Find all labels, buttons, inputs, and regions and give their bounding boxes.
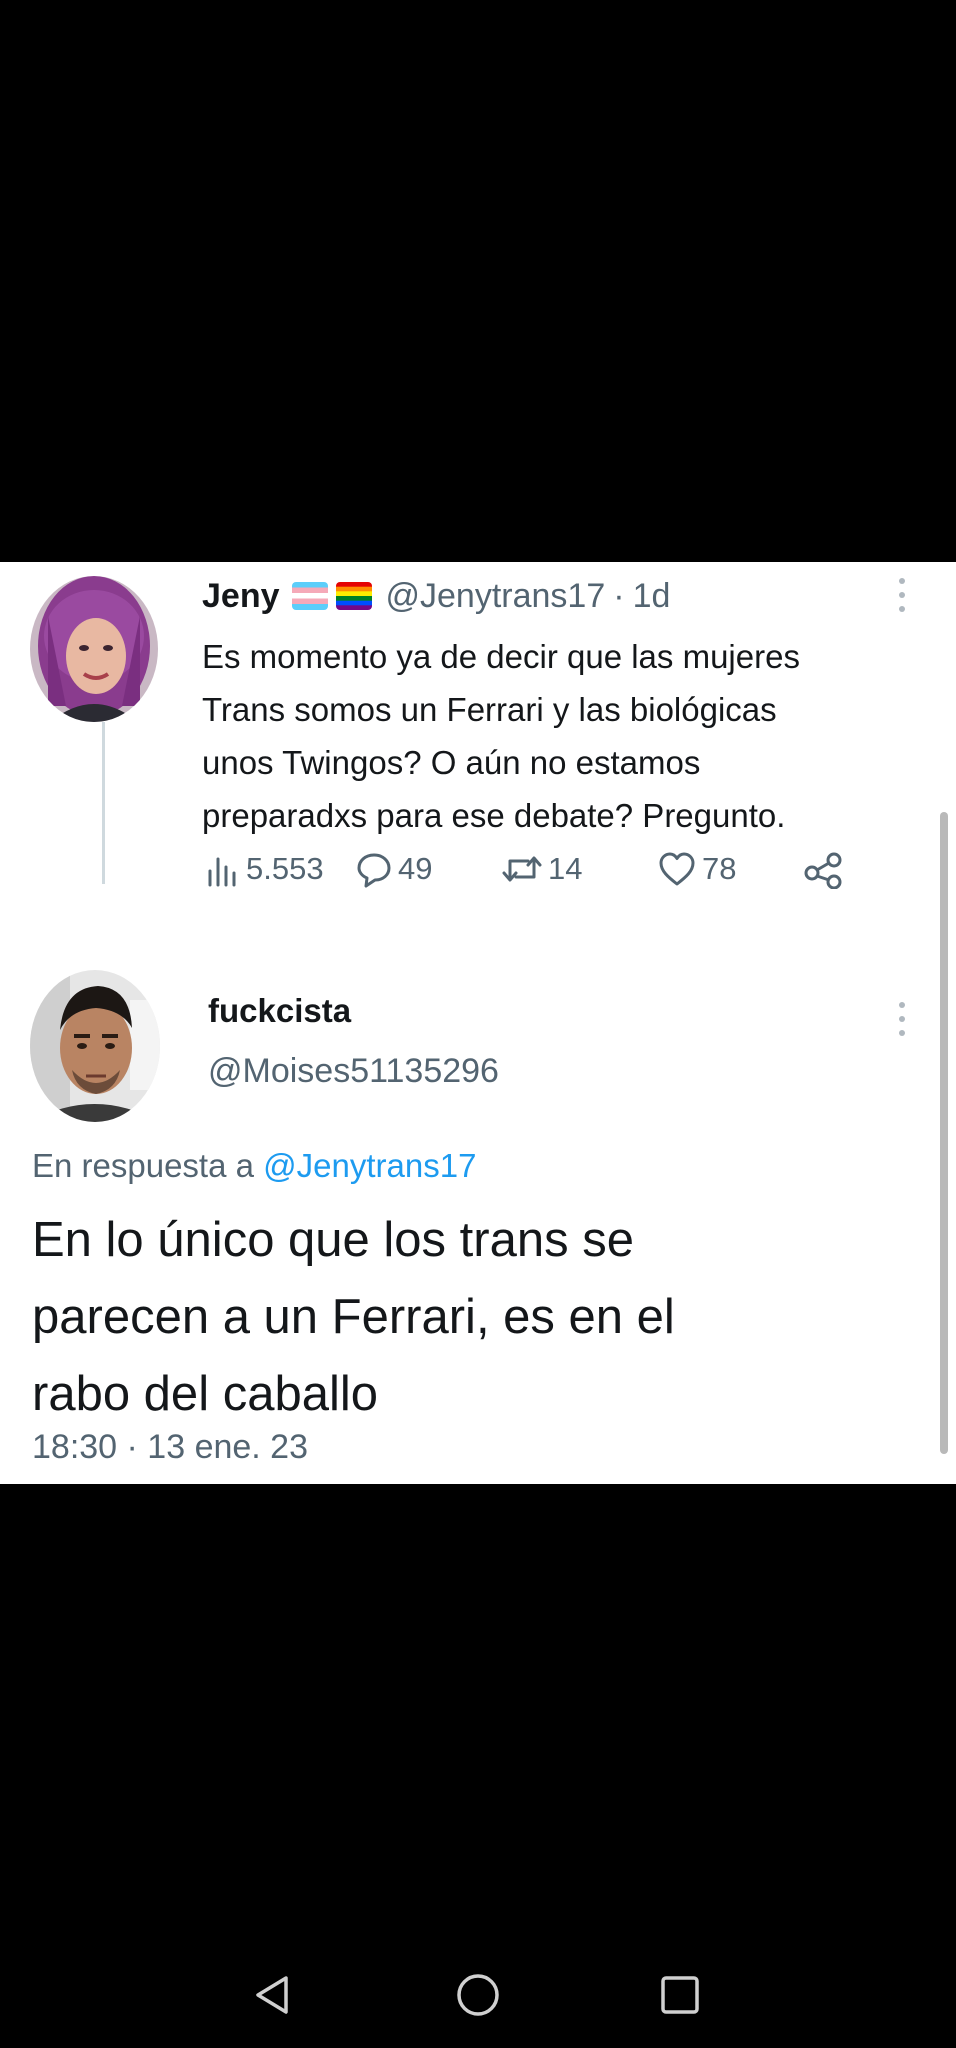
views-button[interactable]: 5.553	[202, 844, 324, 894]
reply-button[interactable]: 49	[354, 844, 432, 894]
more-vertical-icon[interactable]	[897, 1002, 907, 1036]
thread-connector-line	[102, 722, 105, 884]
recent-apps-icon[interactable]	[655, 1970, 705, 2020]
rainbow-flag-icon	[335, 582, 372, 610]
likes-count: 78	[702, 851, 737, 886]
views-bar-chart-icon	[208, 857, 236, 887]
reply-display-name[interactable]: fuckcista	[208, 992, 351, 1030]
retweet-button[interactable]: 14	[500, 844, 582, 894]
share-icon	[804, 852, 842, 889]
tweet-actions: 5.553 49 14 78	[202, 844, 862, 894]
reply-text: En lo único que los trans se parecen a u…	[32, 1213, 675, 1421]
reply-bubble-icon	[357, 853, 391, 888]
reply-user-handle[interactable]: @Moises51135296	[208, 1052, 499, 1091]
avatar-moises[interactable]	[30, 970, 160, 1122]
back-icon[interactable]	[248, 1970, 298, 2020]
reply-context: En respuesta a @Jenytrans17	[32, 1147, 476, 1185]
retweet-icon	[502, 856, 542, 882]
reply-to-mention[interactable]: @Jenytrans17	[263, 1147, 476, 1184]
tweet-header: Jeny @Jenytrans17 · 1d	[202, 574, 670, 618]
like-button[interactable]: 78	[656, 844, 736, 894]
reply-to-prefix: En respuesta a	[32, 1147, 254, 1184]
replies-count: 49	[398, 851, 433, 886]
transgender-flag-icon	[291, 582, 328, 610]
user-handle[interactable]: @Jenytrans17	[386, 577, 606, 616]
more-vertical-icon[interactable]	[897, 578, 907, 612]
flag-emojis	[284, 582, 372, 610]
avatar-jeny[interactable]	[30, 576, 158, 722]
separator-dot: ·	[613, 576, 625, 615]
home-icon[interactable]	[453, 1970, 503, 2020]
tweet-time[interactable]: 1d	[633, 577, 671, 616]
scrollbar[interactable]	[940, 812, 948, 1454]
share-button[interactable]	[802, 844, 850, 894]
heart-icon	[659, 852, 695, 886]
tweet-text: Es momento ya de decir que las mujeres T…	[202, 638, 800, 834]
system-navigation-bar	[0, 1940, 956, 2048]
reply-timestamp[interactable]: 18:30 · 13 ene. 23	[32, 1428, 308, 1467]
views-count: 5.553	[246, 851, 324, 886]
display-name[interactable]: Jeny	[202, 577, 280, 616]
retweets-count: 14	[548, 851, 583, 886]
tweet-card: Jeny @Jenytrans17 · 1d Es momento ya de …	[0, 562, 956, 1484]
